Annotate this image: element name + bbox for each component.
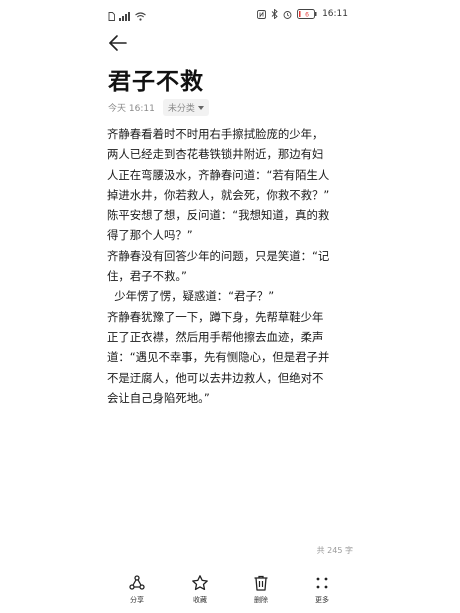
category-dropdown[interactable]: 未分类	[162, 99, 209, 116]
delete-button[interactable]: 删除	[241, 574, 281, 605]
trash-icon	[254, 575, 268, 591]
word-count: 共 245 字	[316, 546, 353, 555]
status-left	[108, 6, 146, 25]
nfc-icon	[257, 4, 267, 23]
body-line: 齐静春犹豫了一下，蹲下身，先帮草鞋少年	[107, 309, 324, 324]
more-icon	[316, 577, 328, 589]
body-line: 得了那个人吗？”	[107, 228, 193, 243]
star-icon	[192, 575, 208, 591]
caret-down-icon	[197, 105, 204, 110]
body-line: 陈平安想了想，反问道：“我想知道，真的救	[107, 208, 330, 223]
body-line: 齐静春没有回答少年的问题，只是笑道：“记	[107, 248, 330, 263]
signal-icon	[119, 6, 131, 25]
share-label: 分享	[130, 596, 144, 604]
more-button[interactable]: 更多	[302, 574, 342, 605]
alarm-icon	[283, 4, 292, 23]
back-button[interactable]	[107, 33, 129, 53]
body-line: 正了正衣襟，然后用手帮他擦去血迹，柔声	[107, 329, 324, 344]
arrow-left-icon	[109, 35, 127, 51]
body-line: 齐静春看着时不时用右手擦拭脸庞的少年，	[107, 127, 324, 141]
wifi-icon	[135, 6, 146, 25]
body-line: 少年愣了愣，疑惑道：“君子？”	[107, 289, 275, 304]
favorite-button[interactable]: 收藏	[180, 574, 220, 605]
battery-icon: 6	[297, 4, 317, 23]
body-line: 道：“遇见不幸事，先有恻隐心，但是君子并	[107, 350, 330, 365]
category-label: 未分类	[167, 104, 195, 114]
share-icon	[129, 575, 145, 590]
status-bar: 6 16:11	[0, 0, 460, 22]
delete-label: 删除	[254, 596, 268, 604]
body-line: 掉进水井，你若救人，就会死，你救不救？”	[107, 187, 330, 202]
clock: 16:11	[322, 8, 348, 19]
note-date: 今天 16:11	[108, 104, 155, 114]
body-line: 会让自己身陷死地。”	[107, 390, 210, 405]
body-line: 两人已经走到杏花巷铁锁井附近，那边有妇	[107, 147, 324, 162]
note-title[interactable]: 君子不救	[108, 62, 204, 96]
note-meta: 今天 16:11 未分类	[108, 99, 209, 116]
body-line: 住，君子不救。”	[107, 269, 187, 284]
sim-card-icon	[108, 6, 115, 25]
favorite-label: 收藏	[193, 596, 207, 604]
body-line: 不是迂腐人，他可以去井边救人，但绝对不	[107, 370, 324, 385]
status-right: 6 16:11	[257, 4, 348, 23]
battery-level: 6	[305, 12, 309, 19]
more-label: 更多	[315, 596, 329, 604]
bottom-toolbar: 分享 收藏 删除 更多	[0, 572, 460, 613]
bluetooth-icon	[271, 4, 278, 23]
body-line: 人正在弯腰汲水，齐静春问道：“若有陌生人	[107, 167, 330, 182]
share-button[interactable]: 分享	[117, 574, 157, 605]
note-body[interactable]: 齐静春看着时不时用右手擦拭脸庞的少年， 两人已经走到杏花巷铁锁井附近，那边有妇 …	[107, 124, 365, 408]
